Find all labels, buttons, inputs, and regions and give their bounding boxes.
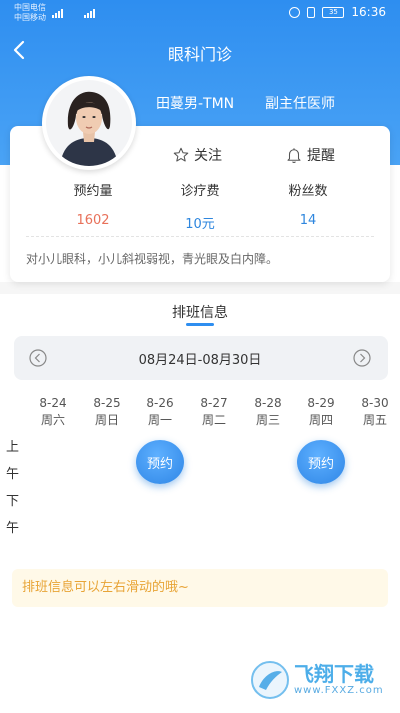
stat-label: 粉丝数 <box>288 184 328 199</box>
day-date: 8-26 <box>146 396 174 410</box>
carrier-2: 中国移动 <box>14 13 46 22</box>
tab-schedule[interactable]: 排班信息 <box>0 302 400 322</box>
period-afternoon: 下午 <box>6 494 20 536</box>
day-date: 8-24 <box>39 396 67 410</box>
stat-label: 诊疗费 <box>180 184 220 199</box>
stat-fee: 诊疗费 10元 <box>145 180 255 232</box>
day-date: 8-28 <box>254 396 282 410</box>
section-separator <box>0 282 400 294</box>
watermark-main: 飞翔下载 <box>294 662 374 686</box>
doctor-photo <box>46 80 132 166</box>
status-bar: 中国电信 中国移动 35 16:36 <box>0 0 400 26</box>
stat-label: 预约量 <box>73 184 113 199</box>
day-weekday: 周六 <box>40 413 65 427</box>
doctor-specialty: 对小儿眼科，小儿斜视弱视，青光眼及白内障。 <box>26 252 279 266</box>
watermark-text: 飞翔下载 www.FXXZ.com <box>294 664 384 696</box>
signal-icon <box>52 6 63 18</box>
day-date: 8-27 <box>200 396 228 410</box>
day-column: 8-24 周六 <box>31 395 75 429</box>
bell-icon <box>287 148 301 164</box>
stat-value: 14 <box>299 213 317 228</box>
day-date: 8-29 <box>307 396 335 410</box>
battery-icon: 35 <box>322 6 345 18</box>
watermark-url: www.FXXZ.com <box>294 685 384 696</box>
star-icon <box>173 147 189 162</box>
doctor-name: 田蔓男-TMN <box>156 96 235 112</box>
day-column: 8-27 周二 <box>192 395 236 429</box>
day-weekday: 周日 <box>94 413 119 427</box>
vibrate-icon <box>307 6 316 18</box>
remind-label: 提醒 <box>307 148 335 164</box>
stat-fans: 粉丝数 14 <box>253 180 363 228</box>
book-button-8-29[interactable]: 预约 <box>297 440 345 484</box>
next-week-button[interactable] <box>352 348 372 368</box>
stat-value: 1602 <box>76 213 110 228</box>
watermark-logo-icon <box>251 661 289 699</box>
doctor-avatar <box>42 76 136 170</box>
day-column: 8-30 周五 <box>353 395 397 429</box>
day-date: 8-25 <box>93 396 121 410</box>
follow-button[interactable]: 关注 <box>172 145 222 165</box>
stat-appointments: 预约量 1602 <box>38 180 148 228</box>
status-right: 35 16:36 <box>289 5 386 19</box>
tab-indicator <box>186 323 214 326</box>
chevron-right-circle-icon <box>353 349 371 367</box>
day-weekday: 周五 <box>362 413 387 427</box>
day-column: 8-29 周四 <box>299 395 343 429</box>
clock: 16:36 <box>351 5 386 19</box>
alarm-icon <box>289 6 301 18</box>
page-title: 眼科门诊 <box>167 45 232 64</box>
day-column: 8-25 周日 <box>85 395 129 429</box>
book-button-8-26[interactable]: 预约 <box>136 440 184 484</box>
day-weekday: 周二 <box>201 413 226 427</box>
period-morning: 上午 <box>6 440 20 482</box>
carrier-1: 中国电信 <box>14 3 46 12</box>
stat-value: 10元 <box>185 217 215 232</box>
day-weekday: 周一 <box>147 413 172 427</box>
signal-icon <box>84 6 95 18</box>
week-range: 08月24日-08月30日 <box>138 353 262 368</box>
schedule-tip: 排班信息可以左右滑动的哦~ <box>12 569 388 607</box>
watermark: 飞翔下载 www.FXXZ.com <box>250 660 384 700</box>
follow-label: 关注 <box>194 148 222 164</box>
day-column: 8-26 周一 <box>138 395 182 429</box>
day-date: 8-30 <box>361 396 389 410</box>
day-weekday: 周三 <box>255 413 280 427</box>
remind-button[interactable]: 提醒 <box>285 145 335 165</box>
day-column: 8-28 周三 <box>246 395 290 429</box>
day-weekday: 周四 <box>308 413 333 427</box>
card-divider <box>26 236 374 237</box>
doctor-title: 副主任医师 <box>265 96 335 112</box>
